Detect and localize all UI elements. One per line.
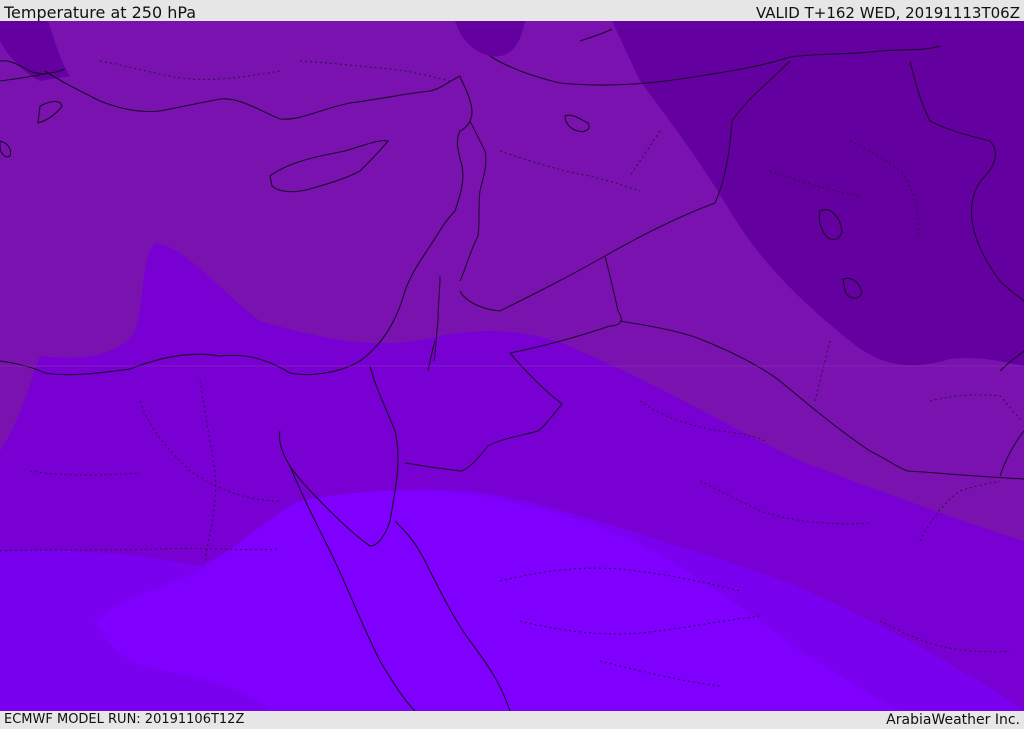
header-bar: Temperature at 250 hPa VALID T+162 WED, … — [0, 0, 1024, 22]
map-title: Temperature at 250 hPa — [4, 3, 197, 22]
credit-label: ArabiaWeather Inc. — [886, 712, 1020, 728]
footer-bar: ECMWF MODEL RUN: 20191106T12Z ArabiaWeat… — [0, 711, 1024, 729]
temperature-map[interactable] — [0, 21, 1024, 711]
model-run-label: ECMWF MODEL RUN: 20191106T12Z — [4, 712, 245, 727]
valid-time: VALID T+162 WED, 20191113T06Z — [755, 4, 1020, 22]
map-canvas — [0, 21, 1024, 711]
